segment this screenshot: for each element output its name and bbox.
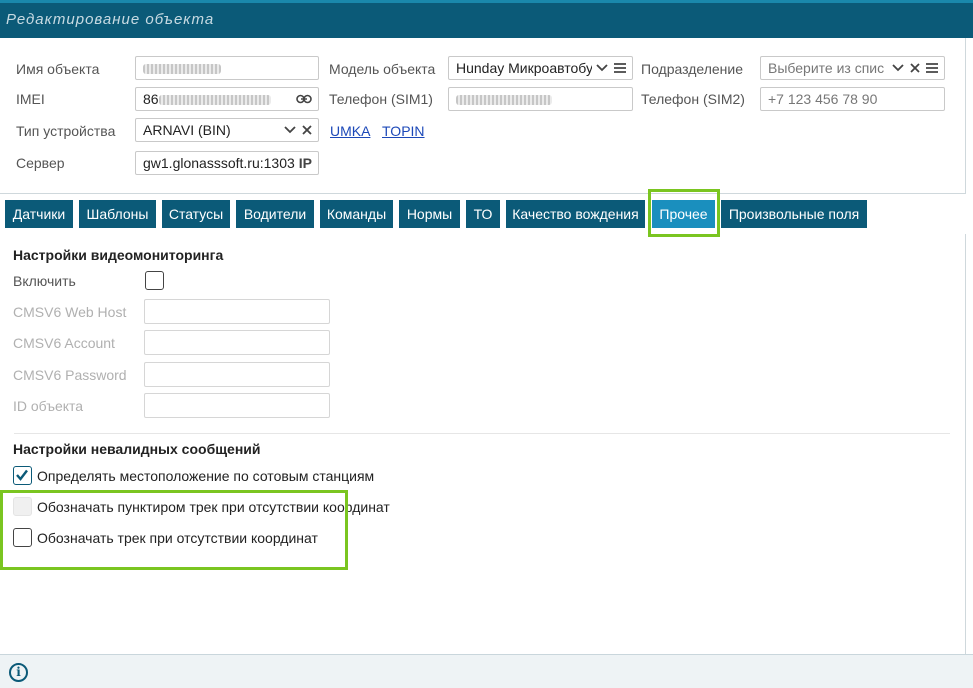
- cmsv6-host-label: CMSV6 Web Host: [13, 304, 127, 320]
- tab-bar: Датчики Шаблоны Статусы Водители Команды…: [0, 194, 966, 234]
- object-name-input[interactable]: [135, 56, 319, 80]
- section-divider: [14, 433, 950, 434]
- list-icon[interactable]: [926, 63, 938, 73]
- video-settings-heading: Настройки видеомониторинга: [13, 247, 224, 263]
- umka-link[interactable]: UMKA: [330, 123, 370, 139]
- info-icon[interactable]: i: [9, 663, 28, 682]
- cmsv6-account-input[interactable]: [144, 330, 330, 355]
- phone-sim1-label: Телефон (SIM1): [329, 91, 433, 107]
- object-name-label: Имя объекта: [16, 61, 100, 77]
- list-icon[interactable]: [614, 63, 626, 73]
- close-icon[interactable]: [910, 63, 920, 73]
- device-type-value: ARNAVI (BIN): [143, 122, 231, 138]
- cmsv6-password-label: CMSV6 Password: [13, 367, 127, 383]
- device-type-label: Тип устройства: [16, 123, 116, 139]
- phone-sim2-input[interactable]: +7 123 456 78 90: [760, 87, 945, 111]
- object-model-value: Hunday Микроавтобу: [456, 60, 593, 76]
- tab-norms[interactable]: Нормы: [399, 200, 460, 228]
- cmsv6-account-label: CMSV6 Account: [13, 335, 115, 351]
- object-form: Имя объекта IMEI 86 Тип устройства ARNAV…: [0, 38, 966, 194]
- title-bar: Редактирование объекта: [0, 0, 973, 38]
- phone-sim2-placeholder: +7 123 456 78 90: [768, 91, 878, 107]
- server-label: Сервер: [16, 155, 65, 171]
- object-model-label: Модель объекта: [329, 61, 436, 77]
- chevron-down-icon[interactable]: [596, 64, 608, 72]
- cmsv6-host-input[interactable]: [144, 299, 330, 324]
- no-coords-track-label: Обозначать трек при отсутствии координат: [37, 530, 318, 546]
- tab-maintenance[interactable]: ТО: [466, 200, 500, 228]
- dotted-track-label: Обозначать пунктиром трек при отсутствии…: [37, 499, 390, 515]
- tab-statuses[interactable]: Статусы: [162, 200, 230, 228]
- status-bar: i: [0, 654, 973, 688]
- tab-content-other: Настройки видеомониторинга Включить CMSV…: [0, 234, 966, 654]
- close-icon[interactable]: [302, 125, 312, 135]
- chevron-down-icon[interactable]: [284, 126, 296, 134]
- enable-label: Включить: [13, 273, 76, 289]
- redacted-text: [158, 95, 271, 106]
- tab-drivers[interactable]: Водители: [236, 200, 314, 228]
- redacted-text: [143, 64, 221, 75]
- object-model-select[interactable]: Hunday Микроавтобу: [448, 56, 633, 80]
- cmsv6-password-input[interactable]: [144, 362, 330, 387]
- tab-sensors[interactable]: Датчики: [5, 200, 73, 228]
- window-title: Редактирование объекта: [6, 11, 215, 28]
- server-input[interactable]: gw1.glonasssoft.ru:1303 IP: [135, 151, 319, 175]
- info-glyph: i: [16, 665, 21, 679]
- phone-sim1-input[interactable]: [448, 87, 633, 111]
- checkmark-icon: [16, 469, 28, 481]
- dotted-track-checkbox[interactable]: [13, 497, 32, 516]
- chevron-down-icon[interactable]: [892, 64, 904, 72]
- imei-label: IMEI: [16, 91, 45, 107]
- invalid-settings-heading: Настройки невалидных сообщений: [13, 441, 261, 457]
- tab-other[interactable]: Прочее: [652, 200, 715, 228]
- enable-checkbox[interactable]: [145, 271, 164, 290]
- imei-value: 86: [143, 91, 159, 107]
- ip-tag[interactable]: IP: [299, 152, 312, 174]
- object-id-input[interactable]: [144, 393, 330, 418]
- cell-location-checkbox[interactable]: [13, 466, 32, 485]
- tab-templates[interactable]: Шаблоны: [79, 200, 156, 228]
- redacted-text: [456, 95, 552, 106]
- tab-driving-quality[interactable]: Качество вождения: [506, 200, 645, 228]
- link-icon[interactable]: [296, 94, 312, 104]
- no-coords-track-checkbox[interactable]: [13, 528, 32, 547]
- tab-commands[interactable]: Команды: [320, 200, 393, 228]
- server-value: gw1.glonasssoft.ru:1303: [143, 155, 295, 171]
- topin-link[interactable]: TOPIN: [382, 123, 425, 139]
- cell-location-label: Определять местоположение по сотовым ста…: [37, 468, 375, 484]
- imei-input[interactable]: 86: [135, 87, 319, 111]
- division-label: Подразделение: [641, 61, 744, 77]
- phone-sim2-label: Телефон (SIM2): [641, 91, 745, 107]
- object-id-label: ID объекта: [13, 398, 84, 414]
- device-type-select[interactable]: ARNAVI (BIN): [135, 118, 319, 142]
- division-placeholder: Выберите из спис: [768, 60, 885, 76]
- tab-custom-fields[interactable]: Произвольные поля: [721, 200, 867, 228]
- division-select[interactable]: Выберите из спис: [760, 56, 945, 80]
